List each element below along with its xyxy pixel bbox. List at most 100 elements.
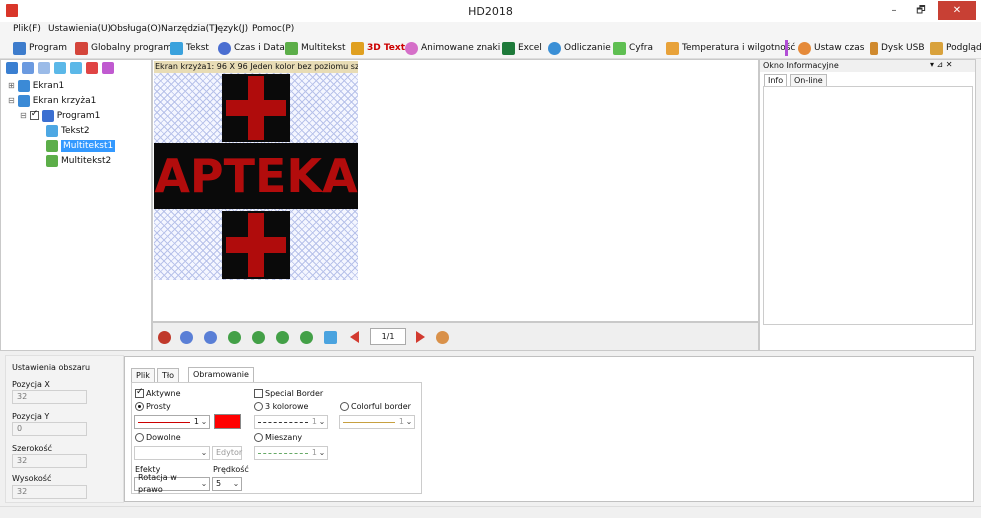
settings-flower-icon[interactable] bbox=[436, 331, 449, 344]
move-up-icon[interactable] bbox=[54, 62, 66, 74]
text-button[interactable]: Tekst bbox=[170, 41, 209, 55]
menu-tools[interactable]: Narzędzia(T) bbox=[161, 24, 218, 34]
copy-icon[interactable] bbox=[38, 62, 50, 74]
editor-button[interactable]: Edytor bbox=[212, 446, 242, 460]
check-icon[interactable] bbox=[102, 62, 114, 74]
global-program-button[interactable]: Globalny program bbox=[75, 41, 172, 55]
minimize-button[interactable]: – bbox=[880, 0, 908, 22]
active-checkbox[interactable] bbox=[135, 387, 144, 398]
panel-pin-close-icon[interactable]: ▾ ⊿ ✕ bbox=[930, 60, 953, 69]
mixed-select[interactable]: 1 ⌄ bbox=[254, 446, 328, 460]
multitext-icon bbox=[46, 139, 58, 152]
custom-radio[interactable] bbox=[135, 433, 144, 442]
add-screen-icon[interactable] bbox=[6, 62, 18, 74]
pos-x-input[interactable]: 32 bbox=[12, 390, 87, 404]
tab-border-active[interactable]: Obramowanie bbox=[188, 367, 254, 382]
toolbar-separator bbox=[785, 40, 788, 56]
colorful-border-select[interactable]: 1 ⌄ bbox=[339, 415, 415, 429]
special-border-checkbox[interactable] bbox=[254, 389, 263, 398]
next-page-icon[interactable] bbox=[416, 331, 425, 343]
delete-icon[interactable] bbox=[86, 62, 98, 74]
digit-button[interactable]: Cyfra bbox=[613, 41, 653, 55]
previous-page-icon[interactable] bbox=[350, 331, 359, 343]
border-color-swatch[interactable] bbox=[214, 414, 241, 429]
menu-help[interactable]: Pomoc(P) bbox=[252, 24, 294, 34]
chevron-down-icon: ⌄ bbox=[200, 479, 208, 488]
menu-settings[interactable]: Ustawienia(U) bbox=[48, 24, 111, 34]
active-checkbox-row[interactable]: Aktywne bbox=[135, 387, 181, 399]
usb-disk-button[interactable]: Dysk USB bbox=[870, 41, 925, 55]
arrow-down-icon[interactable] bbox=[300, 331, 313, 344]
tab-info[interactable]: Info bbox=[764, 74, 788, 86]
program-checkbox[interactable] bbox=[29, 109, 39, 120]
line-style-select[interactable]: 1 ⌄ bbox=[134, 415, 210, 429]
tab-background[interactable]: Tło bbox=[157, 368, 180, 382]
info-content-area bbox=[763, 86, 973, 325]
three-color-radio-row[interactable]: 3 kolorowe bbox=[254, 402, 308, 412]
countdown-icon bbox=[548, 41, 561, 55]
simple-radio[interactable] bbox=[135, 402, 144, 411]
pause-icon[interactable] bbox=[158, 331, 171, 344]
arrow-up-icon[interactable] bbox=[276, 331, 289, 344]
tree-node-multitekst1[interactable]: Multitekst1 bbox=[46, 138, 116, 153]
preview-button[interactable]: Podgląd bbox=[930, 41, 981, 55]
custom-pattern-select[interactable]: ⌄ bbox=[134, 446, 210, 460]
height-input[interactable]: 32 bbox=[12, 485, 87, 499]
maximize-button[interactable]: 🗗 bbox=[907, 0, 935, 22]
animated-chars-icon bbox=[405, 41, 418, 55]
tree-node-multitekst2[interactable]: Multitekst2 bbox=[46, 153, 111, 168]
custom-radio-row[interactable]: Dowolne bbox=[135, 433, 181, 443]
move-icon[interactable] bbox=[324, 331, 337, 344]
cross-top-horizontal bbox=[226, 100, 286, 116]
multitext-icon bbox=[285, 41, 298, 55]
arrow-left-icon[interactable] bbox=[228, 331, 241, 344]
mixed-radio-row[interactable]: Mieszany bbox=[254, 433, 302, 443]
set-time-icon bbox=[798, 41, 811, 55]
page-indicator: 1/1 bbox=[370, 328, 406, 345]
width-input[interactable]: 32 bbox=[12, 454, 87, 468]
led-text: APTEKA bbox=[154, 149, 358, 203]
three-color-radio[interactable] bbox=[254, 402, 263, 411]
selected-node-label: Multitekst1 bbox=[61, 139, 116, 152]
zoom-out-icon[interactable] bbox=[204, 331, 217, 344]
zoom-in-icon[interactable] bbox=[180, 331, 193, 344]
set-time-button[interactable]: Ustaw czas bbox=[798, 41, 864, 55]
tree-node-ekran1[interactable]: ⊞ Ekran1 bbox=[8, 78, 64, 93]
colorful-border-radio[interactable] bbox=[340, 402, 349, 411]
tab-online[interactable]: On-line bbox=[790, 74, 827, 86]
screen-icon bbox=[17, 79, 30, 92]
move-down-icon[interactable] bbox=[70, 62, 82, 74]
text-icon bbox=[46, 124, 58, 137]
close-button[interactable]: ✕ bbox=[938, 1, 976, 20]
simple-radio-row[interactable]: Prosty bbox=[135, 402, 171, 412]
animated-chars-button[interactable]: Animowane znaki bbox=[405, 41, 500, 55]
program-button[interactable]: Program bbox=[13, 41, 67, 55]
program-icon bbox=[13, 41, 26, 55]
three-color-select[interactable]: 1 ⌄ bbox=[254, 415, 328, 429]
chevron-down-icon: ⌄ bbox=[200, 448, 208, 457]
colorful-border-radio-row[interactable]: Colorful border bbox=[340, 402, 411, 412]
clock-date-button[interactable]: Czas i Data bbox=[218, 41, 285, 55]
add-program-icon[interactable] bbox=[22, 62, 34, 74]
excel-button[interactable]: Excel bbox=[502, 41, 542, 55]
line-sample bbox=[343, 421, 395, 423]
tree-node-tekst2[interactable]: Tekst2 bbox=[46, 123, 90, 138]
mixed-radio[interactable] bbox=[254, 433, 263, 442]
status-bar bbox=[0, 506, 981, 518]
pos-y-input[interactable]: 0 bbox=[12, 422, 87, 436]
preview-icon bbox=[930, 41, 943, 55]
3d-text-button[interactable]: 3D Text bbox=[351, 41, 405, 55]
temperature-humidity-button[interactable]: Temperatura i wilgotność bbox=[666, 41, 795, 55]
tree-node-ekran-krzyza1[interactable]: ⊟ Ekran krzyża1 bbox=[8, 93, 96, 108]
special-border-row[interactable]: Special Border bbox=[254, 389, 323, 399]
tab-file[interactable]: Plik bbox=[131, 368, 155, 382]
menu-language[interactable]: Język(J) bbox=[215, 24, 248, 34]
countdown-button[interactable]: Odliczanie bbox=[548, 41, 611, 55]
speed-select[interactable]: 5 ⌄ bbox=[212, 477, 242, 491]
multitext-button[interactable]: Multitekst bbox=[285, 41, 346, 55]
tree-node-program1[interactable]: ⊟Program1 bbox=[20, 108, 100, 123]
effects-select[interactable]: Rotacja w prawo ⌄ bbox=[134, 473, 210, 494]
menu-service[interactable]: Obsługa(O) bbox=[110, 24, 161, 34]
menu-file[interactable]: Plik(F) bbox=[13, 24, 41, 34]
arrow-right-icon[interactable] bbox=[252, 331, 265, 344]
